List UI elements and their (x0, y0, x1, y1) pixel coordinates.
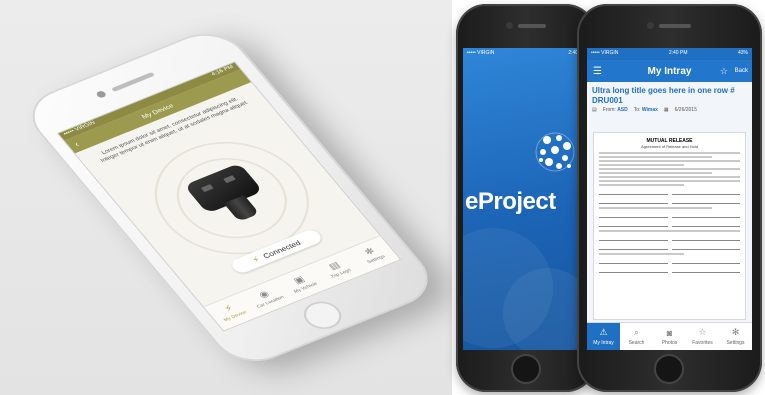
date-value: 6/26/2015 (674, 107, 697, 114)
tab-favorites[interactable]: ☆ Favorites (686, 323, 719, 350)
black-phone-front: ••••• VIRGIN 2:40 PM 43% ☰ My Intray ☆ B… (577, 4, 762, 392)
tab-photos[interactable]: ◙ Photos (653, 323, 686, 350)
battery-label: 43% (737, 50, 748, 56)
tab-settings[interactable]: ✻ Settings (719, 323, 752, 350)
usb-port (223, 175, 236, 184)
to-field: To: Wimax (634, 107, 658, 113)
front-camera (647, 22, 654, 29)
message-headline: Ultra long title goes here in one row # … (592, 86, 735, 105)
intray-screen: ••••• VIRGIN 2:40 PM 43% ☰ My Intray ☆ B… (587, 48, 752, 350)
document-text-line (599, 172, 712, 174)
star-icon: ☆ (698, 327, 707, 337)
document-text-line (599, 164, 684, 166)
white-phone: ••••• VIRGIN 4:16 PM ‹ My Device Lorem i… (16, 23, 444, 372)
earpiece-speaker (659, 24, 691, 28)
document-text-line (599, 230, 740, 232)
earpiece-speaker (518, 24, 546, 28)
brand-wordmark: eProject (465, 188, 556, 215)
home-button[interactable] (296, 296, 349, 334)
signature-row (599, 244, 740, 250)
charger-icon: ⚡ (222, 303, 236, 315)
document-text-line (599, 168, 740, 170)
status-bar: ••••• VIRGIN 2:40 PM 43% (587, 48, 752, 60)
brain-network-logo-icon (535, 132, 575, 172)
signature-row (599, 267, 740, 273)
tab-bar: ⚠ My Intray ⌕ Search ◙ Photos ☆ Favorite… (587, 322, 752, 350)
signature-row (599, 212, 740, 218)
clock-label: 2:40 PM (668, 50, 688, 56)
document-text-line (599, 253, 684, 255)
gear-icon: ✻ (731, 327, 740, 337)
document-text-line (599, 176, 740, 178)
splash-screen: ••••• VIRGIN 2:40 PM eProject (463, 48, 591, 350)
usb-port (200, 184, 214, 193)
right-mockup-panel: ••••• VIRGIN 2:40 PM eProject (456, 0, 765, 395)
tab-search[interactable]: ⌕ Search (620, 323, 653, 350)
left-mockup-panel: ••••• VIRGIN 4:16 PM ‹ My Device Lorem i… (0, 0, 452, 395)
document-text-line (599, 207, 712, 209)
signature-row (599, 189, 740, 195)
back-button[interactable]: Back (735, 68, 748, 74)
tab-label: Favorites (692, 340, 713, 346)
from-field: From: ASD (603, 107, 628, 113)
camera-icon: ◙ (666, 327, 673, 338)
front-camera (95, 90, 108, 99)
earpiece-speaker (111, 71, 155, 92)
black-phone-back: ••••• VIRGIN 2:40 PM eProject (456, 4, 596, 392)
to-value: Wimax (641, 107, 658, 114)
message-meta: ▤ From: ASD To: Wimax ▦ 6/26/2015 (587, 106, 752, 116)
tab-label: Settings (726, 340, 745, 346)
tab-my-intray[interactable]: ⚠ My Intray (587, 323, 620, 350)
document-icon: ▤ (592, 107, 597, 114)
carrier-label: ••••• VIRGIN (591, 50, 619, 56)
document-text-line (599, 180, 740, 182)
favorite-star-icon[interactable]: ☆ (720, 66, 728, 77)
from-value: ASD (617, 107, 628, 114)
document-preview[interactable]: MUTUAL RELEASE Agreement of Release and … (593, 132, 746, 320)
carrier-label: ••••• VIRGIN (467, 50, 495, 56)
home-button[interactable] (654, 354, 684, 384)
signature-row (599, 198, 740, 204)
tab-label: Search (628, 340, 645, 346)
home-button[interactable] (511, 354, 541, 384)
signature-row (599, 221, 740, 227)
search-icon: ⌕ (633, 327, 640, 337)
nav-bar: ☰ My Intray ☆ Back (587, 60, 752, 82)
signature-row (599, 258, 740, 264)
status-bar: ••••• VIRGIN 2:40 PM (463, 48, 591, 60)
to-label: To: (633, 107, 641, 114)
tab-label: My Intray (593, 340, 614, 346)
front-camera (506, 22, 513, 29)
signature-row (599, 235, 740, 241)
back-icon[interactable]: ‹ (72, 140, 81, 148)
from-label: From: (602, 107, 616, 114)
bolt-icon: ⚡ (249, 254, 262, 264)
document-text-line (599, 184, 684, 186)
intray-icon: ⚠ (599, 327, 608, 337)
document-text-line (599, 152, 740, 154)
tab-label: Photos (661, 339, 678, 346)
document-subtitle: Agreement of Release and Hold (641, 144, 698, 149)
showcase-stage: ••••• VIRGIN 4:16 PM ‹ My Device Lorem i… (0, 0, 765, 395)
document-text-line (599, 156, 712, 158)
document-text-line (599, 160, 740, 162)
hamburger-menu-icon[interactable]: ☰ (593, 66, 602, 77)
charger-app-screen: ••••• VIRGIN 4:16 PM ‹ My Device Lorem i… (56, 61, 402, 332)
calendar-icon: ▦ (663, 107, 669, 114)
